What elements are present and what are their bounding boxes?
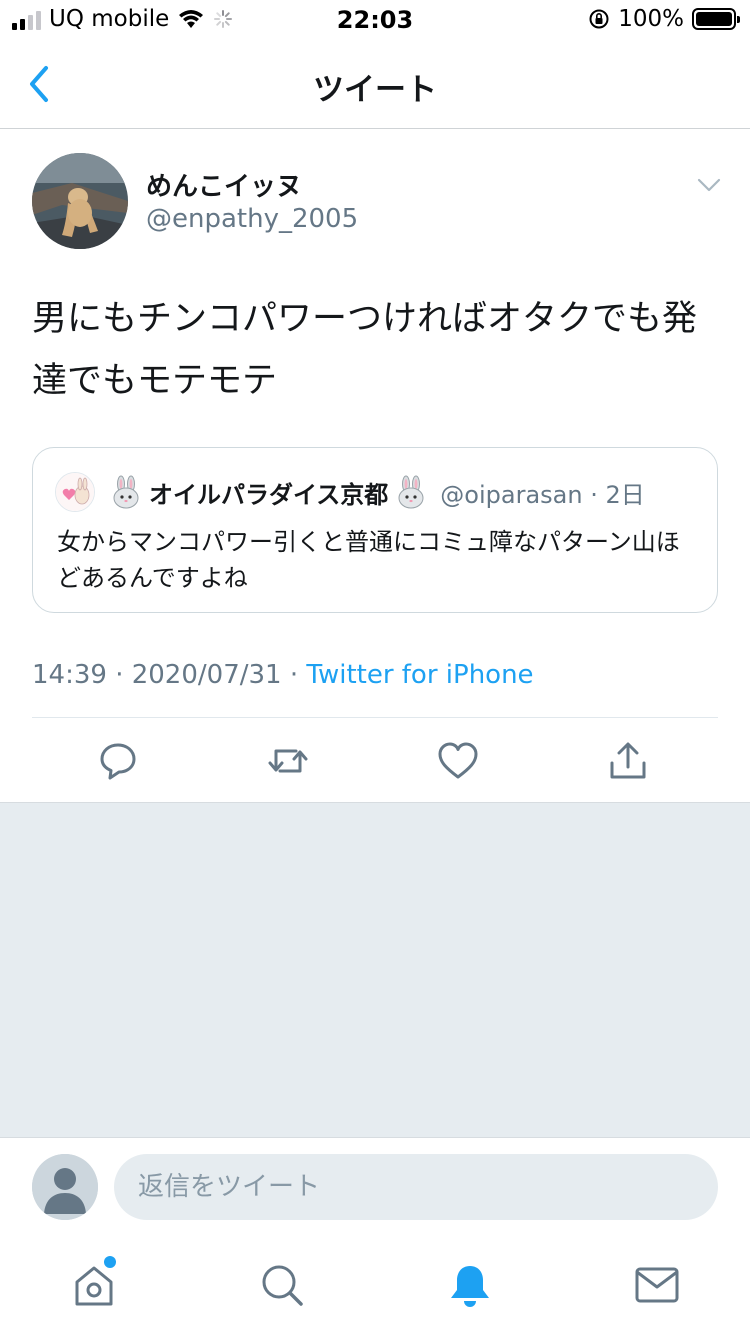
quote-text: 女からマンコパワー引くと普通にコミュ障なパターン山ほどあるんですよね [57,528,680,592]
share-icon[interactable] [606,739,650,783]
chevron-down-icon[interactable] [696,172,722,198]
default-avatar-icon [32,1154,98,1220]
quote-author-name: オイルパラダイス京都 [149,480,389,509]
tweet-actions [0,735,750,791]
orientation-lock-icon [589,9,609,29]
user-avatar[interactable] [32,1154,98,1220]
quote-author-handle: @oiparasan · 2日 [440,480,645,509]
status-right: 100% [588,6,740,32]
tweet-text: 男にもチンコパワーつければオタクでも発達でもモテモテ [32,299,698,401]
tweet-meta: 14:39 · 2020/07/31 · Twitter for iPhone [32,660,534,690]
quote-tweet-card[interactable]: オイルパラダイス京都 @oiparasan · 2日 女からマンコパワー引くと普… [32,447,718,613]
divider [32,717,718,718]
quote-avatar [55,472,95,512]
author-avatar[interactable] [32,153,128,249]
home-notification-dot [104,1256,116,1268]
rabbit-emoji-icon [398,475,424,509]
client-link[interactable]: Twitter for iPhone [306,660,533,690]
author-name[interactable]: めんこイッヌ [146,166,302,203]
author-handle[interactable]: @enpathy_2005 [146,204,358,234]
like-icon[interactable] [436,739,480,783]
quote-header: オイルパラダイス京都 @oiparasan · 2日 [55,472,645,512]
search-icon[interactable] [257,1260,307,1310]
retweet-icon[interactable] [266,739,310,783]
battery-icon [692,8,740,30]
rabbit-emoji-icon [113,475,139,509]
status-bar: UQ mobile 22:03 100% [0,0,750,40]
battery-percent: 100% [618,6,684,32]
nav-bar: ツイート [0,40,750,129]
reply-input[interactable] [114,1154,718,1220]
tweet-timestamp: 14:39 · 2020/07/31 · [32,660,307,690]
notifications-icon[interactable] [445,1260,495,1310]
messages-icon[interactable] [632,1260,682,1310]
empty-replies-area [0,802,750,1138]
reply-icon[interactable] [96,739,140,783]
page-title: ツイート [313,72,437,108]
dog-photo [32,153,128,249]
